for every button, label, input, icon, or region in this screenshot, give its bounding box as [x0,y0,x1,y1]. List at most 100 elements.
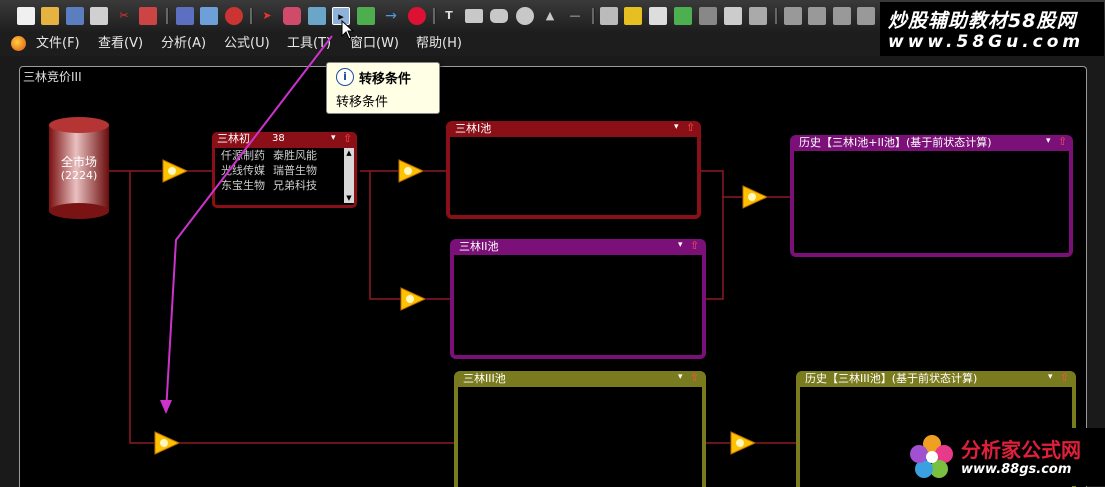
align-left-icon[interactable] [699,7,717,25]
stock-list-scrollbar[interactable]: ▲ ▼ [344,148,354,203]
flow-canvas[interactable]: 三林竞价III 全市场 (2224) 三林初 38 ▾ ⇧ 仟源制药 泰胜风能 … [19,66,1087,487]
align-middle-icon[interactable] [808,7,826,25]
cut-icon[interactable]: ✂ [115,7,133,25]
dropdown-icon[interactable]: ▾ [678,240,683,250]
record-icon[interactable] [408,7,426,25]
stock-item[interactable]: 仟源制药 [221,148,265,163]
dropdown-icon[interactable]: ▾ [674,122,679,132]
dropdown-icon[interactable]: ▾ [1048,372,1053,382]
text-icon[interactable]: T [440,7,458,25]
tooltip: i 转移条件 转移条件 [326,62,440,114]
transfer-condition-filter[interactable] [162,159,188,183]
collapse-up-icon[interactable]: ⇧ [343,132,352,145]
toolbar-separator [433,8,436,24]
menu-help[interactable]: 帮助(H) [416,35,462,53]
pool-1[interactable]: 三林I池 ▾ ⇧ [446,121,701,219]
properties-icon[interactable] [90,7,108,25]
stock-item[interactable]: 泰胜风能 [273,148,317,163]
open-folder-icon[interactable] [41,7,59,25]
rounded-rect-icon[interactable] [490,9,508,23]
tooltip-title: 转移条件 [359,72,412,87]
flower-logo-icon [910,435,953,478]
database-icon[interactable] [283,7,301,25]
menu-tools[interactable]: 工具(T) [287,35,331,53]
stop-icon[interactable] [225,7,243,25]
transfer-condition-filter[interactable] [730,431,756,455]
ellipse-icon[interactable] [516,7,534,25]
search-icon[interactable] [200,7,218,25]
triangle-icon[interactable]: ▲ [541,7,559,25]
app-logo-icon [11,36,26,51]
download-icon[interactable] [624,7,642,25]
trash-icon[interactable] [357,7,375,25]
user-icon[interactable] [600,7,618,25]
pool-3[interactable]: 三林III池 ▾ ⇧ [454,371,706,487]
connector-source-down [129,171,154,444]
history-pool-1[interactable]: 历史【三林I池+II池】(基于前状态计算) ▾ ⇧ [790,135,1073,257]
transfer-condition-filter[interactable] [398,159,424,183]
pool-2[interactable]: 三林II池 ▾ ⇧ [450,239,706,359]
table-icon[interactable] [674,7,692,25]
toolbar-separator [592,8,595,24]
dropdown-icon[interactable]: ▾ [331,133,336,143]
stock-item[interactable]: 兄弟科技 [273,178,317,193]
pool-2-title: 三林II池 [459,240,499,253]
window-icon[interactable] [649,7,667,25]
scroll-up-icon[interactable]: ▲ [344,148,354,158]
transfer-condition-filter[interactable] [154,431,180,455]
align-top-icon[interactable] [784,7,802,25]
save-icon[interactable] [66,7,84,25]
collapse-up-icon[interactable]: ⇧ [686,121,695,134]
stock-item[interactable]: 光线传媒 [221,163,265,178]
cascade-icon[interactable] [724,7,742,25]
menu-window[interactable]: 窗口(W) [350,35,399,53]
collapse-up-icon[interactable]: ⇧ [690,239,699,252]
dropdown-icon[interactable]: ▾ [678,372,683,382]
stock-row: 光线传媒 瑞普生物 [221,163,341,178]
stock-box-title: 三林初 [217,132,250,145]
connector-pool2-merge [706,197,724,300]
stock-item[interactable]: 东宝生物 [221,178,265,193]
collapse-up-icon[interactable]: ⇧ [1058,135,1067,148]
new-file-icon[interactable] [17,7,35,25]
arrow-icon[interactable]: → [382,7,400,25]
scroll-down-icon[interactable]: ▼ [344,193,354,203]
menu-formula[interactable]: 公式(U) [224,35,270,53]
grid-icon[interactable] [176,7,194,25]
align-bottom-icon[interactable] [833,7,851,25]
dropdown-icon[interactable]: ▾ [1046,136,1051,146]
stock-box-count: 38 [272,133,285,144]
menu-analysis[interactable]: 分析(A) [161,35,206,53]
stock-item[interactable]: 瑞普生物 [273,163,317,178]
source-count: (2224) [60,169,98,182]
pool-1-title: 三林I池 [455,122,492,135]
pool-3-title: 三林III池 [463,372,506,385]
line-icon[interactable]: — [566,7,584,25]
distribute-icon[interactable] [857,7,875,25]
tooltip-text: 转移条件 [336,95,389,110]
toolbar-separator [250,8,253,24]
stock-list: 仟源制药 泰胜风能 光线传媒 瑞普生物 东宝生物 兄弟科技 [221,148,341,193]
source-node[interactable]: 全市场 (2224) [49,117,109,219]
pool-icon[interactable] [308,7,326,25]
delete-icon[interactable] [139,7,157,25]
connector-pool1-merge [700,170,742,198]
rectangle-icon[interactable] [465,9,483,23]
menu-file[interactable]: 文件(F) [36,35,80,53]
stock-box-node[interactable]: 三林初 38 ▾ ⇧ 仟源制药 泰胜风能 光线传媒 瑞普生物 东宝生物 兄弟科技… [212,132,357,208]
history-pool-2-title: 历史【三林III池】(基于前状态计算) [805,372,978,385]
watermark-bottom-line1: 分析家公式网 [961,438,1081,462]
tile-icon[interactable] [749,7,767,25]
menu-view[interactable]: 查看(V) [98,35,143,53]
toolbar-separator [166,8,169,24]
collapse-up-icon[interactable]: ⇧ [1060,371,1069,384]
collapse-up-icon[interactable]: ⇧ [690,371,699,384]
transfer-condition-filter[interactable] [400,287,426,311]
pointer-icon[interactable]: ➤ [258,7,276,25]
watermark-top-line1: 炒股辅助教材58股网 [888,10,1077,32]
mouse-cursor-icon [341,20,355,40]
transfer-condition-filter[interactable] [742,185,768,209]
watermark-bottom-line2: www.88gs.com [961,462,1072,477]
watermark-top-line2: www.58Gu.com [888,32,1085,52]
toolbar-separator [775,8,778,24]
